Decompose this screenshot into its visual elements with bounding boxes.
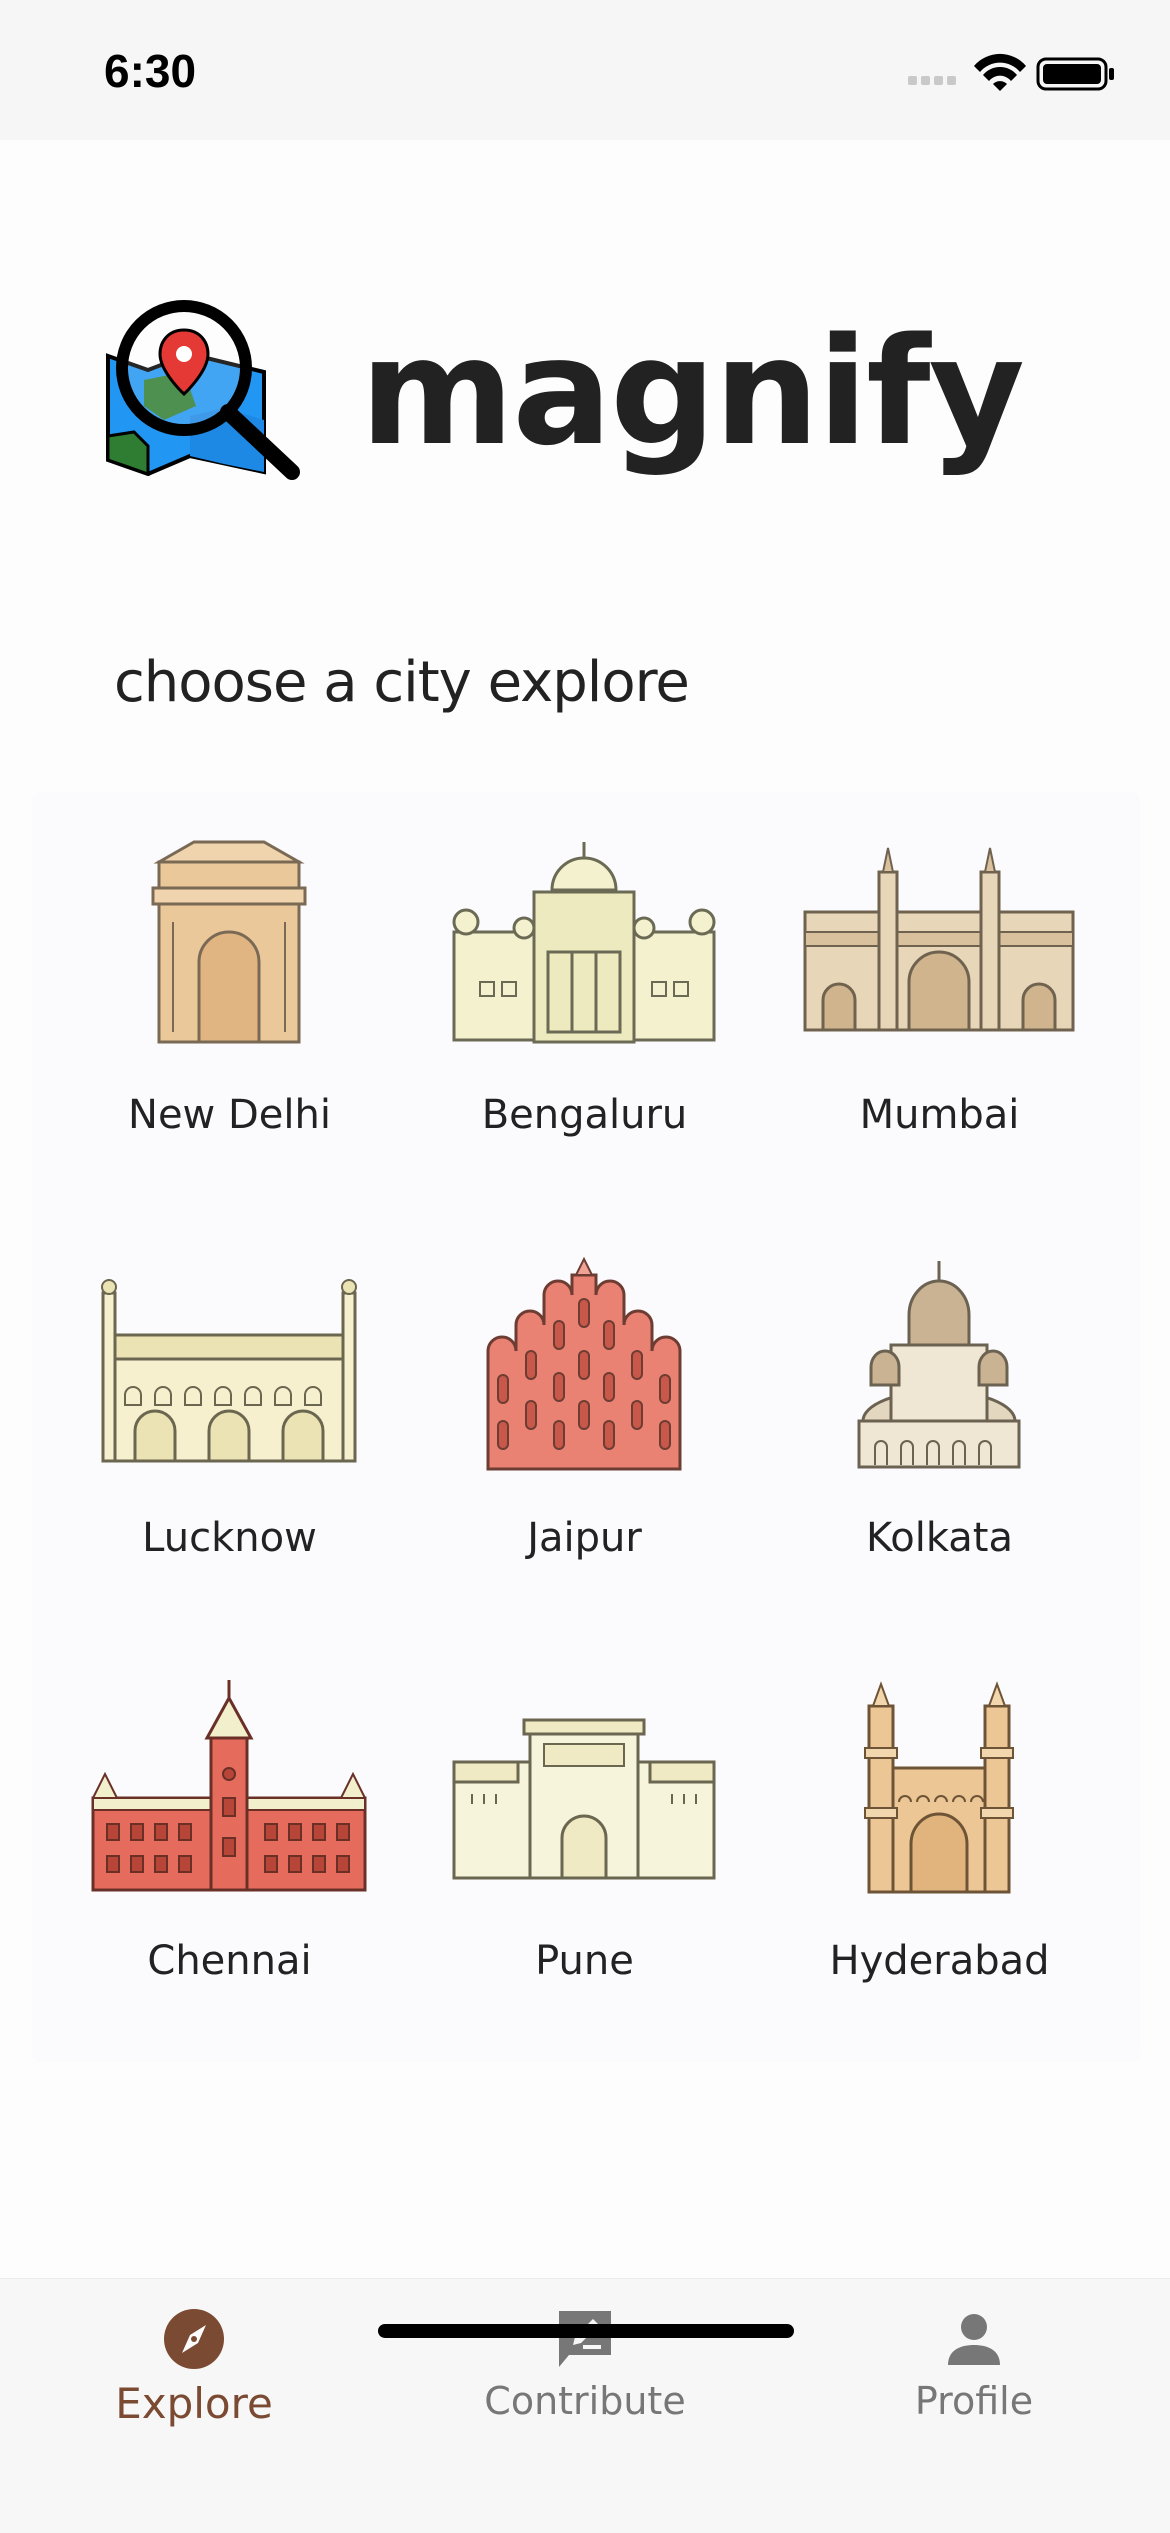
city-name: Mumbai [859,1092,1020,1138]
chennai-central-icon [91,1680,367,1892]
city-tile-hyderabad[interactable]: Hyderabad [762,1638,1117,2061]
city-tile-new-delhi[interactable]: New Delhi [52,792,407,1215]
tab-explore[interactable]: Explore [44,2307,344,2428]
page-subtitle: choose a city explore [114,650,690,715]
battery-icon [1036,57,1114,91]
tab-profile[interactable]: Profile [824,2307,1124,2423]
edit-note-icon [559,2311,611,2367]
compass-icon [164,2309,224,2369]
city-tile-chennai[interactable]: Chennai [52,1638,407,2061]
victoria-memorial-icon [857,1261,1021,1469]
tab-label: Profile [914,2379,1034,2423]
hawa-mahal-icon [486,1256,682,1471]
status-bar: 6:30 [0,0,1170,140]
app-title: magnify [360,306,1025,478]
city-name: Hyderabad [829,1938,1050,1984]
city-tile-jaipur[interactable]: Jaipur [407,1215,762,1638]
charminar-icon [864,1681,1014,1894]
city-name: New Delhi [128,1092,331,1138]
city-name: Kolkata [866,1515,1013,1561]
tab-label: Explore [115,2379,273,2428]
city-grid: New Delhi Bengaluru Mumbai Lucknow Jaipu… [32,792,1160,2062]
city-name: Lucknow [142,1515,317,1561]
status-time: 6:30 [104,45,197,97]
city-tile-kolkata[interactable]: Kolkata [762,1215,1117,1638]
city-tile-bengaluru[interactable]: Bengaluru [407,792,762,1215]
shaniwar-wada-icon [452,1718,716,1880]
city-tile-pune[interactable]: Pune [407,1638,762,2061]
city-tile-lucknow[interactable]: Lucknow [52,1215,407,1638]
city-tile-mumbai[interactable]: Mumbai [762,792,1117,1215]
cellular-signal-icon [908,76,956,85]
bottom-nav: Explore Contribute Profile [0,2278,1170,2533]
city-name: Chennai [147,1938,312,1984]
status-icons [908,50,1118,96]
magnify-logo [104,296,304,496]
city-name: Bengaluru [481,1092,688,1138]
bara-imambara-icon [101,1279,357,1463]
gateway-of-india-icon [803,847,1075,1032]
india-gate-icon [151,840,307,1044]
city-name: Pune [535,1938,634,1984]
wifi-icon [974,53,1026,91]
vidhana-soudha-icon [452,842,716,1044]
city-name: Jaipur [527,1515,642,1561]
city-grid-panel: New Delhi Bengaluru Mumbai Lucknow Jaipu… [32,792,1140,2062]
person-icon [948,2314,1000,2365]
tab-label: Contribute [484,2379,686,2423]
home-indicator [378,2324,794,2338]
